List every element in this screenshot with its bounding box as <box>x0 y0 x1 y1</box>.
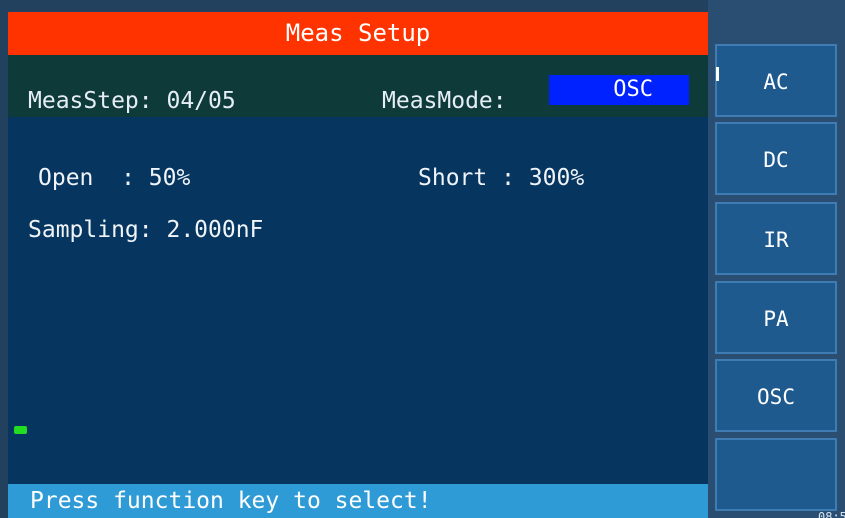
page-title: Meas Setup <box>8 12 708 55</box>
selection-tick-icon <box>716 67 719 81</box>
softkey-osc[interactable]: OSC <box>715 359 837 432</box>
clock-time: 08:59 <box>818 510 845 518</box>
sampling-field[interactable]: Sampling: 2.000nF <box>28 217 263 243</box>
meas-mode-value-text: OSC <box>613 77 653 102</box>
status-row: MeasStep: 04/05 MeasMode: OSC <box>8 55 708 117</box>
meas-mode-label: MeasMode: <box>382 88 507 114</box>
short-field[interactable]: Short : 300% <box>418 165 584 191</box>
softkey-ir[interactable]: IR <box>715 202 837 275</box>
screen: Meas Setup MeasStep: 04/05 MeasMode: OSC… <box>0 0 845 518</box>
softkey-panel: AC DC IR PA OSC <box>708 0 845 518</box>
main-panel: Meas Setup MeasStep: 04/05 MeasMode: OSC… <box>8 12 708 518</box>
meas-step-label: MeasStep: 04/05 <box>28 88 236 114</box>
softkey-ac[interactable]: AC <box>715 44 837 117</box>
cursor-marker-icon <box>14 426 27 434</box>
softkey-pa[interactable]: PA <box>715 281 837 354</box>
softkey-dc[interactable]: DC <box>715 122 837 195</box>
softkey-blank[interactable] <box>715 438 837 511</box>
footer-message: Press function key to select! <box>8 484 708 518</box>
meas-mode-value[interactable]: OSC <box>549 75 689 105</box>
open-field[interactable]: Open : 50% <box>38 165 190 191</box>
